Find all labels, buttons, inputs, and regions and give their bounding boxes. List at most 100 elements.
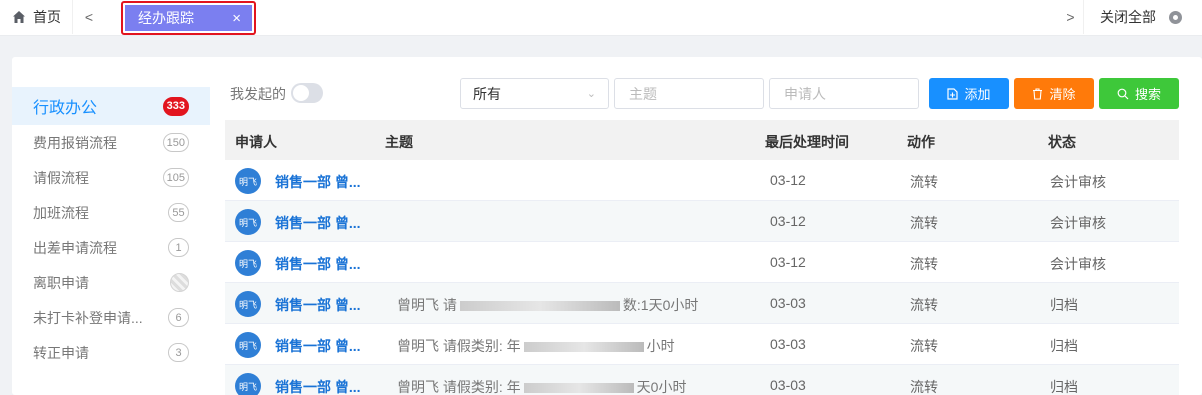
tab-tracking-label: 经办跟踪 <box>138 10 194 26</box>
sidebar-item-expense[interactable]: 费用报销流程 150 <box>12 125 210 160</box>
clear-button-label: 清除 <box>1049 87 1076 102</box>
search-icon <box>1117 88 1129 99</box>
avatar: 明飞 <box>235 291 261 317</box>
count-badge: 6 <box>168 308 189 327</box>
action-cell: 流转 <box>910 256 938 272</box>
column-header-subject[interactable]: 主题 <box>385 132 413 152</box>
subject-cell: 曾明飞 请假类别: 年 小时 <box>397 336 675 356</box>
status-cell: 归档 <box>1050 338 1078 354</box>
table-row[interactable]: 明飞 销售一部 曾... 03-12 流转 会计审核 <box>225 160 1179 201</box>
column-header-last-time[interactable]: 最后处理时间 <box>765 132 849 152</box>
subject-text-end: 数:1天0小时 <box>622 297 699 313</box>
avatar: 明飞 <box>235 209 261 235</box>
avatar: 明飞 <box>235 168 261 194</box>
last-time-cell: 03-03 <box>770 336 806 352</box>
last-time-cell: 03-12 <box>770 254 806 270</box>
action-cell: 流转 <box>910 215 938 231</box>
sidebar-item-overtime[interactable]: 加班流程 55 <box>12 195 210 230</box>
trash-icon <box>1033 87 1043 100</box>
gear-icon[interactable] <box>1169 10 1182 24</box>
close-icon[interactable]: × <box>232 11 241 26</box>
home-icon <box>13 11 25 23</box>
chevron-right-icon: > <box>1066 9 1075 25</box>
document-add-icon <box>947 87 959 100</box>
applicant-link[interactable]: 销售一部 曾... <box>275 377 361 395</box>
applicant-input[interactable] <box>769 78 919 109</box>
column-header-status[interactable]: 状态 <box>1048 132 1076 152</box>
subject-text-start: 曾明飞 请假类别: 年 <box>397 338 521 354</box>
close-all-label: 关闭全部 <box>1100 9 1156 25</box>
scope-select[interactable]: 所有 ⌄ <box>460 78 609 109</box>
status-cell: 会计审核 <box>1050 174 1106 190</box>
sidebar-item-label: 行政办公 <box>33 100 98 117</box>
chevron-left-icon: < <box>84 9 94 25</box>
column-header-action[interactable]: 动作 <box>907 132 935 152</box>
table-row[interactable]: 明飞 销售一部 曾... 曾明飞 请 数:1天0小时 03-03 流转 归档 <box>225 283 1179 324</box>
last-time-cell: 03-12 <box>770 213 806 229</box>
sidebar-item-resignation[interactable]: 离职申请 <box>12 265 210 300</box>
scroll-right-button[interactable]: > <box>1058 0 1084 34</box>
count-badge: 150 <box>162 133 189 152</box>
table-row[interactable]: 明飞 销售一部 曾... 曾明飞 请假类别: 年 天0小时 03-03 流转 归档 <box>225 365 1179 395</box>
action-cell: 流转 <box>910 338 938 354</box>
subject-input[interactable] <box>614 78 764 109</box>
subject-text-end: 小时 <box>646 338 675 354</box>
status-cell: 归档 <box>1050 379 1078 395</box>
sidebar-item-label: 转正申请 <box>33 344 89 361</box>
tab-home-label: 首页 <box>33 9 61 25</box>
count-badge: 333 <box>162 96 189 116</box>
subject-text-end: 天0小时 <box>636 379 687 395</box>
sidebar-item-business-trip[interactable]: 出差申请流程 1 <box>12 230 210 265</box>
subject-text-start: 曾明飞 请假类别: 年 <box>397 379 521 395</box>
sidebar-item-admin[interactable]: 行政办公 333 <box>12 87 210 125</box>
active-tab-highlight: 经办跟踪 × <box>121 1 256 35</box>
scope-select-value: 所有 <box>473 85 501 102</box>
status-cell: 归档 <box>1050 297 1078 313</box>
applicant-link[interactable]: 销售一部 曾... <box>275 336 361 356</box>
add-button[interactable]: 添加 <box>929 78 1009 109</box>
sidebar-item-label: 出差申请流程 <box>33 239 117 256</box>
action-cell: 流转 <box>910 174 938 190</box>
main-panel: 行政办公 333 费用报销流程 150 请假流程 105 加班流程 55 出差申… <box>12 57 1202 395</box>
applicant-link[interactable]: 销售一部 曾... <box>275 254 361 274</box>
count-badge <box>170 273 189 292</box>
tab-tracking[interactable]: 经办跟踪 × <box>125 5 252 31</box>
table-header: 申请人 主题 最后处理时间 动作 状态 <box>225 120 1179 160</box>
table-row[interactable]: 明飞 销售一部 曾... 03-12 流转 会计审核 <box>225 201 1179 242</box>
action-cell: 流转 <box>910 297 938 313</box>
sidebar-item-missed-punch[interactable]: 未打卡补登申请... 6 <box>12 300 210 335</box>
category-sidebar: 行政办公 333 费用报销流程 150 请假流程 105 加班流程 55 出差申… <box>12 87 210 370</box>
applicant-link[interactable]: 销售一部 曾... <box>275 172 361 192</box>
table-body: 明飞 销售一部 曾... 03-12 流转 会计审核 明飞 销售一部 曾... … <box>225 160 1179 395</box>
subject-cell: 曾明飞 请 数:1天0小时 <box>397 295 698 315</box>
redacted-text <box>459 301 620 312</box>
count-badge: 105 <box>162 168 189 187</box>
sidebar-item-leave[interactable]: 请假流程 105 <box>12 160 210 195</box>
sidebar-item-regularization[interactable]: 转正申请 3 <box>12 335 210 370</box>
status-cell: 会计审核 <box>1050 256 1106 272</box>
close-all-button[interactable]: 关闭全部 <box>1085 0 1202 34</box>
redacted-text <box>523 342 644 353</box>
clear-button[interactable]: 清除 <box>1014 78 1094 109</box>
add-button-label: 添加 <box>964 87 991 102</box>
subject-cell: 曾明飞 请假类别: 年 天0小时 <box>397 377 686 395</box>
sidebar-item-label: 离职申请 <box>33 274 89 291</box>
sidebar-item-label: 未打卡补登申请... <box>33 309 143 326</box>
search-button[interactable]: 搜索 <box>1099 78 1179 109</box>
redacted-text <box>523 383 634 394</box>
count-badge: 55 <box>168 203 189 222</box>
tab-home[interactable]: 首页 <box>0 0 73 34</box>
table-row[interactable]: 明飞 销售一部 曾... 03-12 流转 会计审核 <box>225 242 1179 283</box>
applicant-link[interactable]: 销售一部 曾... <box>275 295 361 315</box>
column-header-applicant[interactable]: 申请人 <box>235 132 277 152</box>
scroll-left-button[interactable]: < <box>73 0 105 34</box>
sidebar-item-label: 加班流程 <box>33 204 89 221</box>
sidebar-item-label: 费用报销流程 <box>33 134 117 151</box>
my-initiated-toggle[interactable] <box>291 83 323 103</box>
subject-text-start: 曾明飞 请 <box>397 297 457 313</box>
last-time-cell: 03-03 <box>770 377 806 393</box>
applicant-link[interactable]: 销售一部 曾... <box>275 213 361 233</box>
avatar: 明飞 <box>235 373 261 395</box>
table-row[interactable]: 明飞 销售一部 曾... 曾明飞 请假类别: 年 小时 03-03 流转 归档 <box>225 324 1179 365</box>
my-initiated-label: 我发起的 <box>230 86 286 102</box>
